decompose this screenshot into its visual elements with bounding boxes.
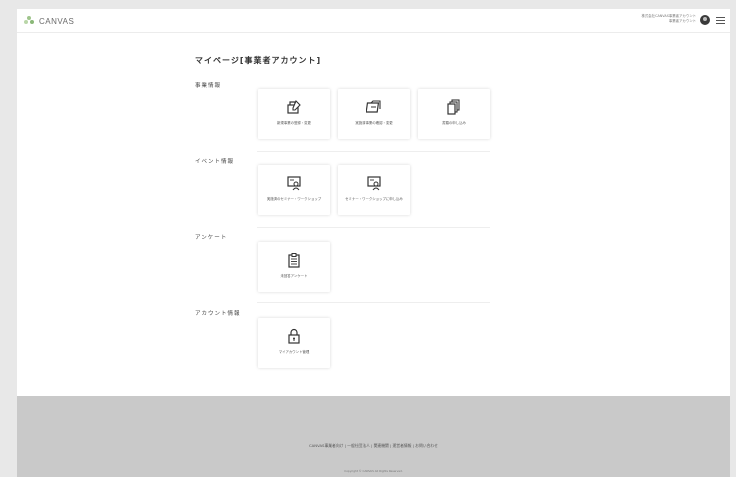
card-documents[interactable]: 書類の申し込み <box>418 89 490 139</box>
card-past-seminars[interactable]: 実施済のセミナー・ワークショップ <box>258 165 330 215</box>
card-label: マイアカウント管理 <box>278 350 310 354</box>
footer-copyright: Copyright © CANVAS All Rights Reserved. <box>344 469 403 473</box>
app-frame: CANVAS 株式会社CANVAS事業者アカウント 事業者アカウント マイページ… <box>17 9 730 477</box>
card-new-business[interactable]: 新規事業の登録・変更 <box>258 89 330 139</box>
section-divider <box>257 302 490 303</box>
card-label: 書類の申し込み <box>442 121 466 125</box>
business-folder-icon <box>366 100 381 113</box>
card-label: 実施済事業の確認・変更 <box>355 121 393 125</box>
card-label: 未回答アンケート <box>280 274 308 278</box>
footer-links[interactable]: CANVAS事業者向け | 一般社団法人 | 関連機関 | 運営者情報 | お問… <box>17 443 730 449</box>
section-title-survey: アンケート <box>195 235 228 241</box>
register-icon <box>287 100 301 114</box>
canvas-logo-icon <box>24 16 34 24</box>
section-title-events: イベント情報 <box>195 159 235 165</box>
card-apply-seminar[interactable]: セミナー・ワークショップに申し込み <box>338 165 410 215</box>
header: CANVAS 株式会社CANVAS事業者アカウント 事業者アカウント <box>17 9 730 33</box>
section-divider <box>257 151 490 152</box>
logo-text: CANVAS <box>39 16 75 26</box>
seminar-apply-icon <box>367 176 381 191</box>
card-my-account[interactable]: マイアカウント管理 <box>258 318 330 368</box>
documents-icon <box>447 99 460 115</box>
user-info: 株式会社CANVAS事業者アカウント 事業者アカウント <box>642 14 696 24</box>
hamburger-menu-icon[interactable] <box>716 17 725 24</box>
clipboard-icon <box>288 253 300 268</box>
seminar-icon <box>287 176 301 191</box>
section-title-account: アカウント情報 <box>195 311 241 317</box>
logo[interactable]: CANVAS <box>23 15 74 27</box>
footer: CANVAS事業者向け | 一般社団法人 | 関連機関 | 運営者情報 | お問… <box>17 396 730 477</box>
page-title: マイページ[事業者アカウント] <box>195 56 322 65</box>
card-unanswered-survey[interactable]: 未回答アンケート <box>258 242 330 292</box>
lock-icon <box>288 328 300 344</box>
section-divider <box>257 227 490 228</box>
card-label: セミナー・ワークショップに申し込み <box>345 197 403 201</box>
avatar[interactable] <box>700 15 710 25</box>
user-role: 事業者アカウント <box>668 19 696 23</box>
card-existing-business[interactable]: 実施済事業の確認・変更 <box>338 89 410 139</box>
section-title-business: 事業情報 <box>195 83 222 89</box>
card-label: 新規事業の登録・変更 <box>277 121 311 125</box>
card-label: 実施済のセミナー・ワークショップ <box>266 197 322 201</box>
